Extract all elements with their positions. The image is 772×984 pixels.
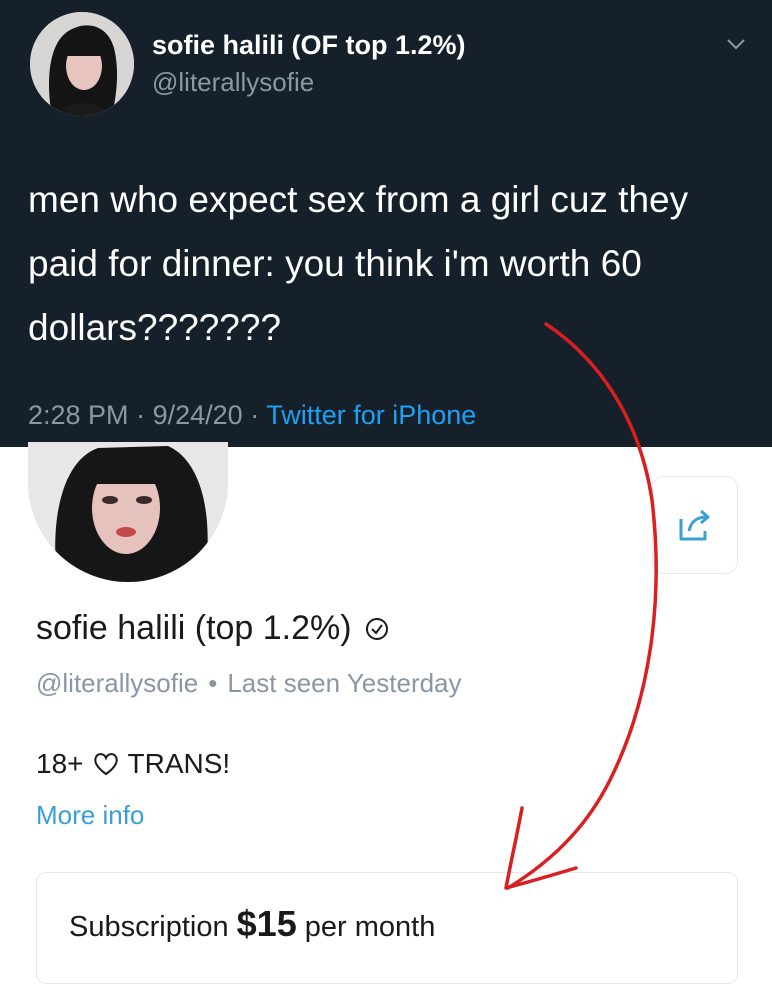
tweet-display-name[interactable]: sofie halili (OF top 1.2%) [152,30,466,61]
subscription-card[interactable]: Subscription $15 per month [36,872,738,984]
tweet-time: 2:28 PM [28,400,129,430]
tweet-text: men who expect sex from a girl cuz they … [28,179,689,348]
chevron-down-icon[interactable] [722,30,750,58]
share-icon [679,509,710,541]
subscription-text: Subscription $15 per month [69,903,435,945]
tweet-meta-separator: · [250,400,260,430]
profile-bio: 18+ TRANS! [36,748,230,780]
subscription-label: Subscription [69,911,229,943]
bio-text-left: 18+ [36,748,84,779]
share-button[interactable] [652,476,738,574]
profile-display-name: sofie halili (top 1.2%) [36,609,352,647]
last-seen-status: Last seen Yesterday [227,668,462,698]
profile-subline: @literallysofie • Last seen Yesterday [36,668,462,699]
subscription-price: $15 [236,903,297,944]
subscription-period: per month [304,911,436,943]
tweet-meta: 2:28 PM · 9/24/20 · Twitter for iPhone [28,400,476,431]
verified-badge-icon [365,617,388,640]
profile-handle[interactable]: @literallysofie [36,668,198,698]
tweet-handle[interactable]: @literallysofie [152,67,314,98]
profile-name-row: sofie halili (top 1.2%) [36,609,390,648]
tweet-avatar[interactable] [30,12,134,116]
profile-avatar[interactable] [28,442,228,582]
tweet-date: 9/24/20 [152,400,243,430]
heart-icon [93,753,118,776]
tweet-card: sofie halili (OF top 1.2%) @literallysof… [0,0,772,447]
bio-text-right: TRANS! [127,748,231,779]
more-info-link[interactable]: More info [36,800,144,831]
tweet-meta-separator: · [136,400,146,430]
profile-separator: • [208,668,218,698]
tweet-source-link[interactable]: Twitter for iPhone [266,400,476,430]
